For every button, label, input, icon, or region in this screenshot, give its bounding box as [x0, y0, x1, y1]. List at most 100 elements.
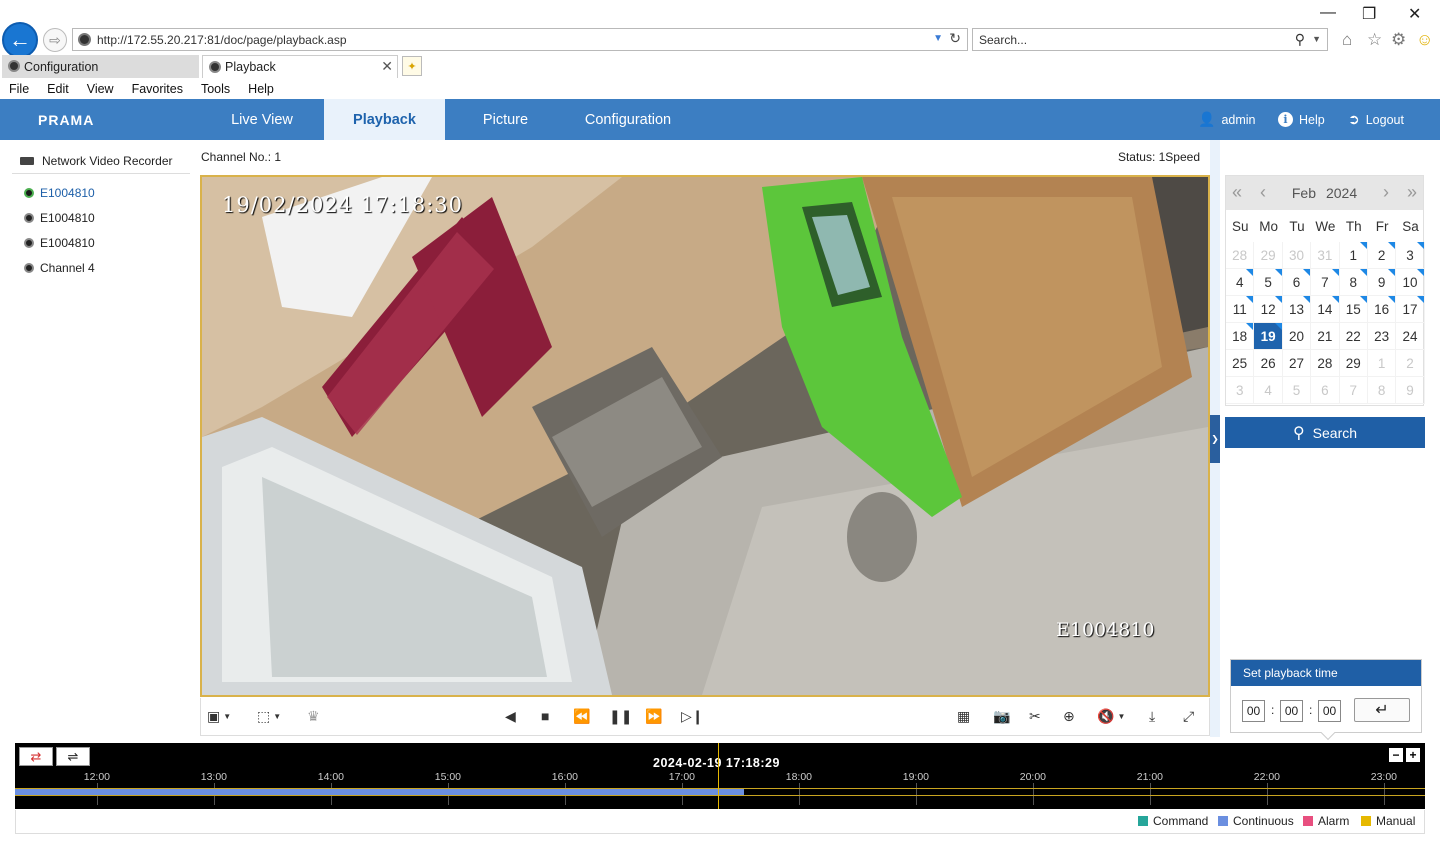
search-dropdown-icon[interactable]: ▼: [1312, 34, 1321, 44]
calendar-day[interactable]: 9: [1367, 269, 1397, 296]
second-input[interactable]: 00: [1318, 700, 1341, 722]
smiley-feedback-icon[interactable]: ☺: [1416, 30, 1433, 50]
menu-help[interactable]: Help: [239, 82, 283, 96]
channel-item[interactable]: E1004810: [12, 230, 190, 255]
timeline[interactable]: ⇄ ⇌ − + 2024-02-19 17:18:29 12:00 13:00 14…: [15, 743, 1425, 809]
user-menu[interactable]: 👤 admin: [1198, 99, 1255, 140]
menu-file[interactable]: File: [0, 82, 38, 96]
calendar-day[interactable]: 9: [1396, 377, 1425, 404]
fullscreen-button[interactable]: ⤢: [1183, 707, 1194, 725]
calendar-day[interactable]: 20: [1282, 323, 1312, 350]
timeline-zoom-in-icon[interactable]: +: [1406, 748, 1420, 762]
calendar-day[interactable]: 8: [1367, 377, 1397, 404]
forward-arrow-icon[interactable]: ⇨: [43, 28, 67, 52]
channel-item[interactable]: Channel 4: [12, 255, 190, 280]
calendar-day[interactable]: 5: [1254, 269, 1283, 296]
calendar-day[interactable]: 30: [1282, 242, 1312, 269]
help-link[interactable]: i Help: [1278, 99, 1325, 140]
calendar-day[interactable]: 22: [1339, 323, 1368, 350]
collapse-panel-arrow-icon[interactable]: ❯: [1210, 415, 1220, 463]
single-frame-button[interactable]: ▷❙: [681, 707, 704, 725]
home-icon[interactable]: ⌂: [1342, 30, 1352, 50]
ptz-button[interactable]: ♛: [307, 707, 320, 725]
calendar-day[interactable]: 26: [1254, 350, 1283, 377]
audio-button[interactable]: 🔇 ▼: [1097, 707, 1125, 725]
calendar-day[interactable]: 23: [1367, 323, 1397, 350]
calendar-day[interactable]: 24: [1396, 323, 1425, 350]
restore-icon[interactable]: ❐: [1362, 4, 1376, 24]
menu-favorites[interactable]: Favorites: [123, 82, 192, 96]
stop-all-button[interactable]: ▦: [957, 707, 970, 725]
enter-arrow-icon[interactable]: ↵: [1354, 698, 1410, 722]
calendar-day[interactable]: 25: [1226, 350, 1255, 377]
pause-button[interactable]: ❚❚: [609, 707, 632, 725]
address-dropdown-icon[interactable]: ▼: [933, 33, 943, 44]
search-button[interactable]: ⚲ Search: [1225, 417, 1425, 448]
calendar-day[interactable]: 31: [1311, 242, 1340, 269]
search-icon[interactable]: ⚲: [1295, 31, 1305, 48]
menu-tools[interactable]: Tools: [192, 82, 239, 96]
calendar-day[interactable]: 6: [1282, 269, 1312, 296]
calendar-day[interactable]: 3: [1226, 377, 1255, 404]
calendar-day[interactable]: 4: [1254, 377, 1283, 404]
capture-button[interactable]: 📷: [993, 707, 1010, 725]
menu-view[interactable]: View: [78, 82, 123, 96]
speed-up-button[interactable]: ⏩: [645, 707, 662, 725]
logout-link[interactable]: ➲ Logout: [1348, 99, 1404, 140]
minute-input[interactable]: 00: [1280, 700, 1303, 722]
calendar-day[interactable]: 21: [1311, 323, 1340, 350]
calendar-day[interactable]: 18: [1226, 323, 1255, 350]
download-button[interactable]: ⤓: [1149, 707, 1155, 725]
close-window-icon[interactable]: ✕: [1408, 4, 1421, 24]
calendar-day[interactable]: 27: [1282, 350, 1312, 377]
clip-button[interactable]: ✂: [1029, 707, 1041, 725]
timeline-shift-icon[interactable]: ⇄: [19, 747, 53, 766]
nav-tab-picture[interactable]: Picture: [445, 99, 566, 140]
stop-button[interactable]: ■: [541, 707, 549, 725]
calendar-day[interactable]: 6: [1311, 377, 1340, 404]
window-layout-button[interactable]: ▣ ▼: [207, 707, 231, 725]
calendar-day[interactable]: 28: [1311, 350, 1340, 377]
nav-tab-playback[interactable]: Playback: [324, 99, 445, 140]
calendar-day[interactable]: 12: [1254, 296, 1283, 323]
continuous-recording-bar[interactable]: [15, 789, 744, 795]
calendar-day[interactable]: 10: [1396, 269, 1425, 296]
settings-gear-icon[interactable]: ⚙: [1391, 30, 1406, 50]
calendar-day[interactable]: 5: [1282, 377, 1312, 404]
zoom-region-button[interactable]: ⬚ ▼: [257, 707, 281, 725]
refresh-icon[interactable]: ↻: [949, 30, 961, 47]
calendar-day[interactable]: 11: [1226, 296, 1255, 323]
menu-edit[interactable]: Edit: [38, 82, 78, 96]
previous-year-icon[interactable]: «: [1232, 182, 1242, 203]
browser-tab-configuration[interactable]: Configuration: [2, 55, 199, 78]
new-tab-icon[interactable]: ✦: [402, 56, 422, 76]
calendar-day[interactable]: 28: [1226, 242, 1255, 269]
calendar-day[interactable]: 7: [1311, 269, 1340, 296]
calendar-day[interactable]: 8: [1339, 269, 1368, 296]
calendar-day[interactable]: 16: [1367, 296, 1397, 323]
reverse-play-button[interactable]: ◀: [505, 707, 516, 725]
calendar-day[interactable]: 15: [1339, 296, 1368, 323]
minimize-icon[interactable]: —: [1320, 4, 1336, 22]
timeline-cursor[interactable]: [717, 743, 719, 809]
nav-tab-live-view[interactable]: Live View: [200, 99, 324, 140]
digital-zoom-button[interactable]: ⊕: [1063, 707, 1075, 725]
hour-input[interactable]: 00: [1242, 700, 1265, 722]
channel-item[interactable]: E1004810: [12, 205, 190, 230]
slow-down-button[interactable]: ⏪: [573, 707, 590, 725]
next-year-icon[interactable]: »: [1407, 182, 1417, 203]
timeline-settings-icon[interactable]: ⇌: [56, 747, 90, 766]
favorites-star-icon[interactable]: ☆: [1367, 30, 1382, 50]
address-bar[interactable]: http://172.55.20.217:81/doc/page/playbac…: [72, 28, 968, 51]
browser-tab-playback[interactable]: Playback ✕: [202, 55, 398, 78]
calendar-day[interactable]: 7: [1339, 377, 1368, 404]
calendar-day[interactable]: 29: [1339, 350, 1368, 377]
video-playback-window[interactable]: 19/02/2024 17:18:30 E1004810: [200, 175, 1210, 697]
nav-tab-configuration[interactable]: Configuration: [566, 99, 690, 140]
calendar-day[interactable]: 13: [1282, 296, 1312, 323]
calendar-day-selected[interactable]: 19: [1254, 323, 1283, 350]
calendar-day[interactable]: 2: [1396, 350, 1425, 377]
next-month-icon[interactable]: ›: [1383, 182, 1389, 203]
calendar-day[interactable]: 2: [1367, 242, 1397, 269]
calendar-day[interactable]: 4: [1226, 269, 1255, 296]
